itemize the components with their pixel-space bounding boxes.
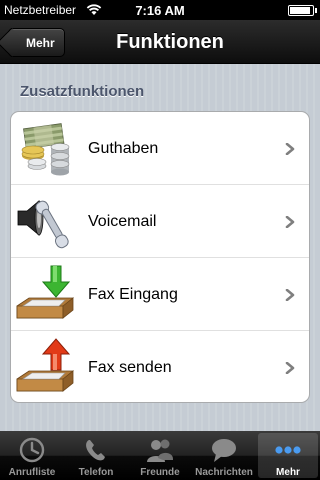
tab-label: Telefon [78, 467, 114, 478]
tab-freunde[interactable]: Freunde [130, 433, 190, 478]
tab-label: Anrufliste [8, 467, 56, 478]
chevron-right-icon [285, 143, 295, 155]
tab-nachrichten[interactable]: Nachrichten [194, 433, 254, 478]
navigation-bar: Funktionen Mehr [0, 20, 320, 64]
tab-telefon[interactable]: Telefon [66, 433, 126, 478]
list-item-fax-senden[interactable]: Fax senden [11, 331, 309, 402]
more-icon [275, 446, 301, 454]
battery-icon [288, 5, 317, 16]
chevron-right-icon [285, 216, 295, 228]
tab-mehr[interactable]: Mehr [258, 433, 318, 478]
call-log-icon [19, 437, 45, 463]
tab-label: Mehr [276, 467, 300, 478]
chevron-right-icon [285, 362, 295, 374]
tab-label: Freunde [140, 467, 180, 478]
friends-icon [147, 439, 173, 462]
chevron-right-icon [285, 289, 295, 301]
list-item-label: Fax Eingang [88, 286, 178, 303]
messages-icon [212, 439, 236, 462]
list-item-guthaben[interactable]: Guthaben [11, 112, 309, 185]
status-time: 7:16 AM [135, 3, 185, 18]
section-header: Zusatzfunktionen [20, 83, 145, 100]
function-list: Guthaben Voicemail Fax Eingang Fax sende… [10, 111, 310, 403]
tab-label: Nachrichten [195, 467, 253, 478]
phone-icon [86, 440, 105, 461]
content-area: Zusatzfunktionen Guthaben Voicemail Fax … [0, 64, 320, 431]
list-item-label: Fax senden [88, 359, 172, 376]
fax-inbox-icon [16, 265, 74, 319]
fax-outbox-icon [16, 338, 74, 392]
list-item-label: Guthaben [88, 140, 159, 157]
tab-anrufliste[interactable]: Anrufliste [2, 433, 62, 478]
list-item-voicemail[interactable]: Voicemail [11, 185, 309, 258]
back-button-label: Mehr [26, 36, 55, 50]
battery-level [290, 7, 310, 14]
voicemail-phone-icon [17, 200, 69, 249]
list-item-label: Voicemail [88, 213, 157, 230]
status-bar: Netzbetreiber 7:16 AM [0, 0, 320, 20]
back-button[interactable]: Mehr [8, 28, 65, 57]
tab-bar: Anrufliste Telefon Freunde Nachrichten M… [0, 431, 320, 480]
money-stack-icon [21, 123, 70, 176]
list-item-fax-eingang[interactable]: Fax Eingang [11, 258, 309, 331]
